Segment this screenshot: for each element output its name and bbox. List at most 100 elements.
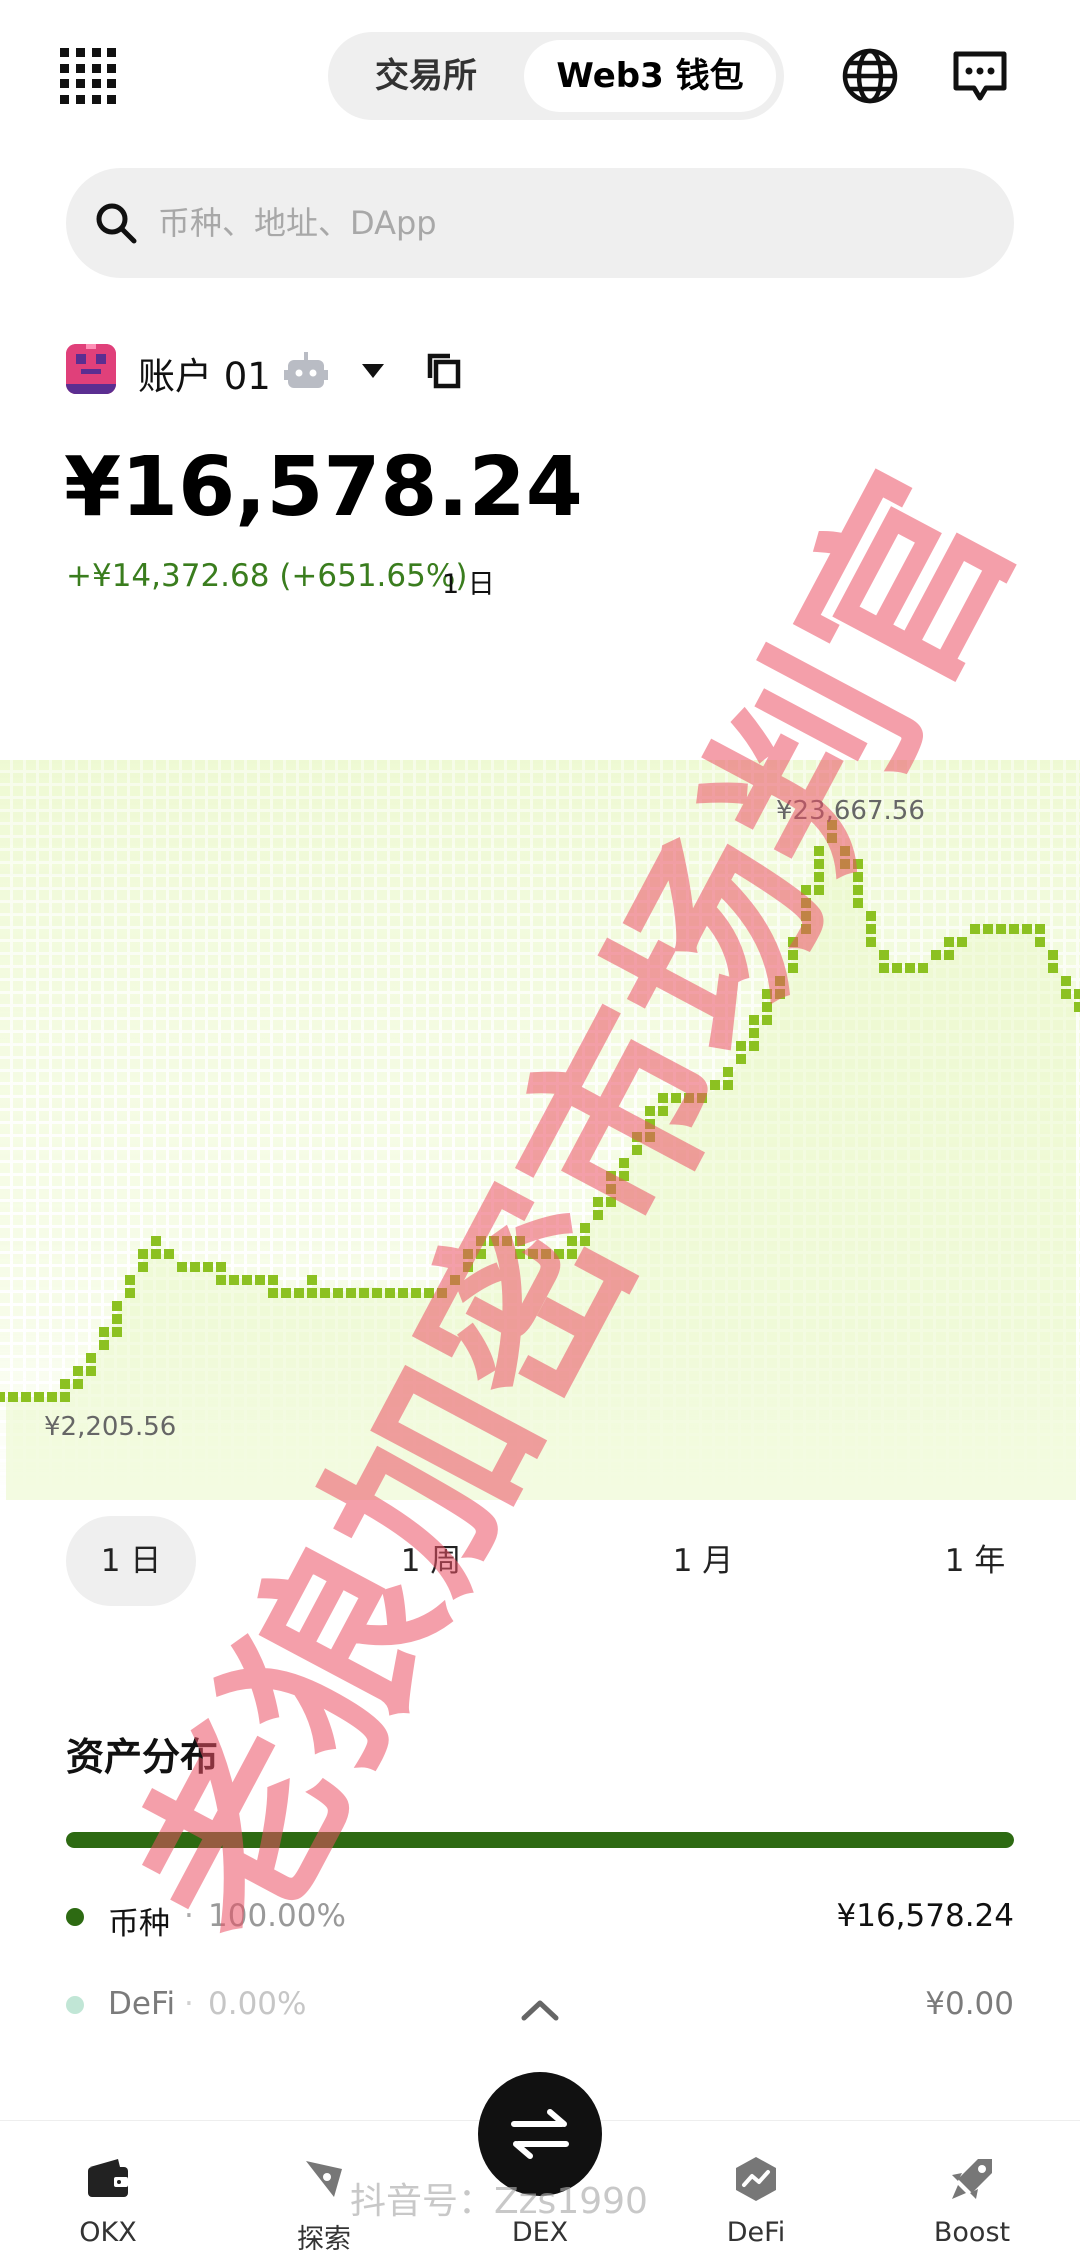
chart-line-pixel (1022, 924, 1032, 934)
account-name[interactable]: 账户 01 (138, 346, 271, 400)
chart-line-pixel (1035, 937, 1045, 947)
chart-line-pixel (606, 1171, 616, 1181)
chart-line-pixel (658, 1093, 668, 1103)
apps-grid-icon[interactable] (60, 48, 116, 104)
chart-line-pixel (34, 1392, 44, 1402)
balance-chart[interactable] (0, 760, 1080, 1500)
legend-dot-tokens (66, 1908, 84, 1926)
chart-line-pixel (606, 1197, 616, 1207)
chart-line-pixel (463, 1262, 473, 1272)
chart-line-pixel (99, 1327, 109, 1337)
chart-line-pixel (970, 924, 980, 934)
asset-distribution-bar (66, 1832, 1014, 1848)
chart-line-pixel (359, 1288, 369, 1298)
chart-line-pixel (21, 1392, 31, 1402)
chart-line-pixel (619, 1171, 629, 1181)
chart-line-pixel (307, 1275, 317, 1285)
nav-okx[interactable]: OKX (0, 2121, 216, 2265)
chart-line-pixel (749, 1015, 759, 1025)
chart-line-pixel (944, 950, 954, 960)
nav-label: Boost (933, 2217, 1011, 2248)
chart-line-pixel (879, 950, 889, 960)
total-balance: ¥16,578.24 (64, 440, 583, 535)
chart-line-pixel (320, 1288, 330, 1298)
chart-line-pixel (294, 1288, 304, 1298)
avatar[interactable] (66, 344, 116, 394)
chart-line-pixel (801, 885, 811, 895)
copy-icon[interactable] (426, 352, 462, 390)
chart-line-pixel (866, 924, 876, 934)
balance-change: +¥14,372.68 (+651.65%) (66, 558, 468, 594)
chart-line-pixel (151, 1249, 161, 1259)
asset-distribution-title: 资产分布 (66, 1735, 219, 1779)
robot-icon (284, 352, 328, 388)
chart-line-pixel (723, 1067, 733, 1077)
chart-line-pixel (879, 963, 889, 973)
chart-line-pixel (541, 1249, 551, 1259)
chart-line-pixel (814, 872, 824, 882)
chart-line-pixel (86, 1353, 96, 1363)
chart-line-pixel (450, 1275, 460, 1285)
asset-distribution-fill (66, 1832, 1014, 1848)
chart-line-pixel (788, 950, 798, 960)
tab-web3-wallet[interactable]: Web3 钱包 (524, 40, 776, 112)
chart-line-pixel (528, 1249, 538, 1259)
chart-line-pixel (983, 924, 993, 934)
chart-line-pixel (203, 1262, 213, 1272)
search-bar[interactable] (66, 168, 1014, 278)
chart-line-pixel (476, 1236, 486, 1246)
separator-dot: · (184, 1898, 194, 1934)
asset-name: DeFi (108, 1986, 176, 2022)
asset-row-tokens[interactable]: 币种 · 100.00% ¥16,578.24 (66, 1894, 1014, 1942)
chart-line-pixel (424, 1288, 434, 1298)
period-1w[interactable]: 1 周 (366, 1516, 496, 1606)
tab-exchange[interactable]: 交易所 (338, 40, 514, 112)
chart-line-pixel (853, 859, 863, 869)
nav-label: DeFi (726, 2217, 786, 2248)
chart-line-pixel (398, 1288, 408, 1298)
chart-line-pixel (73, 1366, 83, 1376)
chart-low-label: ¥2,205.56 (44, 1412, 177, 1442)
chart-line-pixel (944, 937, 954, 947)
chart-line-pixel (1009, 924, 1019, 934)
chart-line-pixel (307, 1288, 317, 1298)
chart-line-pixel (606, 1184, 616, 1194)
search-input[interactable] (158, 188, 978, 258)
globe-icon[interactable] (840, 46, 900, 106)
chart-line-pixel (333, 1288, 343, 1298)
caret-down-icon[interactable] (360, 362, 386, 380)
chart-line-pixel (411, 1288, 421, 1298)
chart-line-pixel (1074, 989, 1080, 999)
chart-line-pixel (749, 1028, 759, 1038)
chart-line-pixel (801, 924, 811, 934)
period-1y[interactable]: 1 年 (910, 1516, 1040, 1606)
message-icon[interactable] (952, 50, 1008, 104)
period-1m[interactable]: 1 月 (638, 1516, 768, 1606)
chart-line-pixel (762, 1015, 772, 1025)
nav-defi[interactable]: DeFi (648, 2121, 864, 2265)
chart-line-pixel (996, 924, 1006, 934)
chart-line-pixel (1074, 1002, 1080, 1012)
chart-line-pixel (892, 963, 902, 973)
nav-boost[interactable]: Boost (864, 2121, 1080, 2265)
chart-line-pixel (957, 937, 967, 947)
chart-line-pixel (86, 1366, 96, 1376)
chart-line-pixel (1048, 963, 1058, 973)
chart-line-pixel (255, 1275, 265, 1285)
chart-line-pixel (814, 859, 824, 869)
chart-line-pixel (502, 1236, 512, 1246)
chart-line-pixel (645, 1106, 655, 1116)
chart-line-pixel (190, 1262, 200, 1272)
chart-line-pixel (658, 1106, 668, 1116)
chevron-up-icon[interactable] (518, 1996, 562, 2024)
compass-icon (306, 2161, 342, 2197)
period-1d[interactable]: 1 日 (66, 1516, 196, 1606)
chart-line-pixel (125, 1288, 135, 1298)
chart-line-pixel (671, 1093, 681, 1103)
tiktok-watermark: 抖音号：Zzs1990 (350, 2181, 648, 2222)
chart-line-pixel (489, 1236, 499, 1246)
chart-line-pixel (1061, 989, 1071, 999)
chart-line-pixel (1048, 950, 1058, 960)
chart-line-pixel (840, 859, 850, 869)
chart-line-pixel (47, 1392, 57, 1402)
